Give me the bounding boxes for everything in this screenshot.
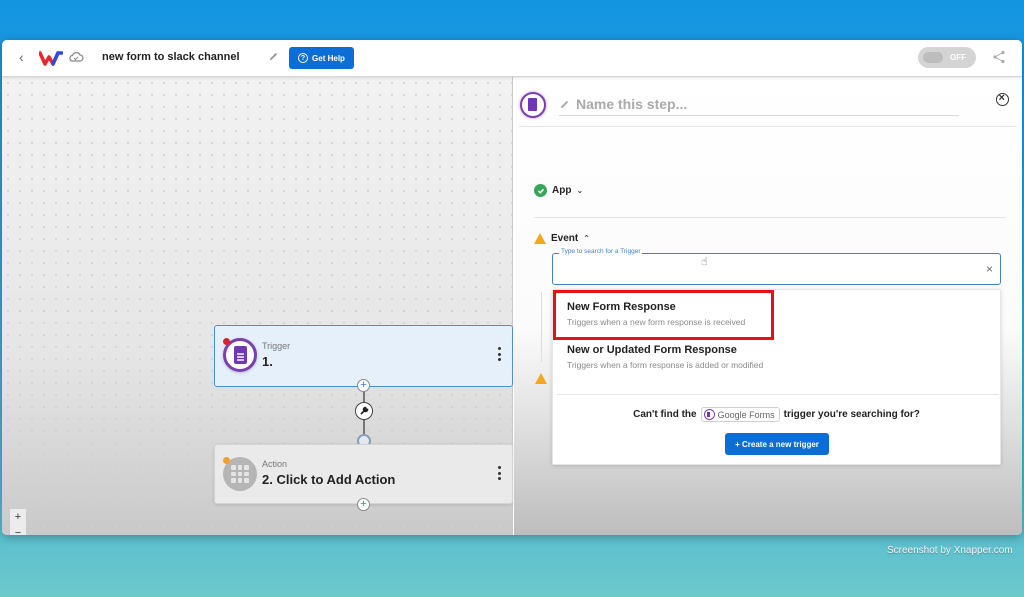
event-section-toggle[interactable]: Event ⌃ [534,233,590,244]
zoom-out-icon[interactable]: − [15,527,21,535]
action-status-dot [223,457,230,464]
action-node-label: Action [262,459,288,469]
question-icon: ? [298,53,309,63]
pointer-cursor-icon: ☝ [701,256,708,268]
action-more-icon[interactable] [496,465,502,481]
share-icon[interactable] [992,50,1006,64]
app-logo[interactable] [39,50,63,66]
toggle-knob [923,52,943,63]
zoom-in-icon[interactable]: + [15,511,21,523]
trigger-option-new-form-response[interactable]: New Form Response Triggers when a new fo… [553,294,1000,334]
trigger-more-icon[interactable] [496,346,502,362]
section-indent-line [541,292,542,362]
action-node-title: 2. Click to Add Action [262,472,396,487]
option-description: Triggers when a new form response is rec… [567,317,746,327]
trigger-search-legend: Type to search for a Trigger [559,248,643,255]
google-forms-chip: Google Forms [700,407,780,422]
close-panel-icon[interactable] [996,92,1009,106]
action-node[interactable]: Action 2. Click to Add Action [214,444,513,504]
trigger-status-dot [223,338,230,345]
workflow-canvas[interactable]: Trigger 1. + Action 2. Click to Add Acti… [2,77,513,535]
workflow-title: new form to slack channel [102,51,240,63]
pencil-icon [560,100,569,109]
app-section-label: App [552,185,572,196]
get-help-label: Get Help [312,53,345,63]
top-bar: ‹ new form to slack channel ? Get Help O… [2,40,1022,77]
add-step-button[interactable]: + [357,379,370,392]
toggle-label: OFF [950,53,966,62]
chevron-down-icon: ⌄ [576,186,584,195]
watermark: Screenshot by Xnapper.com [887,545,1013,556]
trigger-node[interactable]: Trigger 1. [214,325,513,387]
create-new-trigger-button[interactable]: + Create a new trigger [725,433,829,455]
app-section-toggle[interactable]: App ⌄ [534,184,583,197]
pencil-icon[interactable] [268,51,279,62]
trigger-node-label: Trigger [262,341,291,351]
trigger-options-dropdown: New Form Response Triggers when a new fo… [552,289,1001,465]
step-name-field[interactable] [559,94,959,116]
divider [519,126,1017,127]
option-title: New or Updated Form Response [567,344,737,356]
cant-find-prefix: Can't find the [633,409,697,420]
trigger-search-input[interactable] [559,262,959,278]
add-step-after-action-button[interactable]: + [357,498,370,511]
get-help-button[interactable]: ? Get Help [289,47,354,69]
warning-icon [534,233,546,244]
cloud-icon [69,52,84,62]
google-forms-icon [703,409,715,420]
zoom-controls: + − ⛶ [10,509,26,535]
trigger-node-title: 1. [262,354,273,369]
event-section-label: Event [551,233,579,244]
app-window: ‹ new form to slack channel ? Get Help O… [2,40,1022,535]
back-chevron-icon[interactable]: ‹ [19,49,24,65]
google-forms-icon [520,92,546,118]
divider [534,217,1006,218]
step-name-input[interactable] [576,94,956,114]
cant-find-message: Can't find the Google Forms trigger you'… [553,407,1000,422]
divider [556,394,999,395]
google-forms-chip-label: Google Forms [717,409,775,420]
option-title: New Form Response [567,301,676,313]
step-config-panel: App ⌄ Event ⌃ Type to search for a Trigg… [514,77,1022,535]
option-description: Triggers when a form response is added o… [567,360,764,370]
workflow-toggle[interactable]: OFF [918,47,976,68]
trigger-option-new-or-updated-form-response[interactable]: New or Updated Form Response Triggers wh… [553,337,1000,377]
cant-find-suffix: trigger you're searching for? [783,409,920,420]
clear-search-icon[interactable]: × [986,262,993,276]
warning-icon [535,373,547,384]
chevron-up-icon: ⌃ [583,234,590,243]
check-icon [534,184,547,197]
wrench-icon[interactable] [355,402,373,420]
trigger-search-field[interactable]: Type to search for a Trigger × [552,248,1001,285]
